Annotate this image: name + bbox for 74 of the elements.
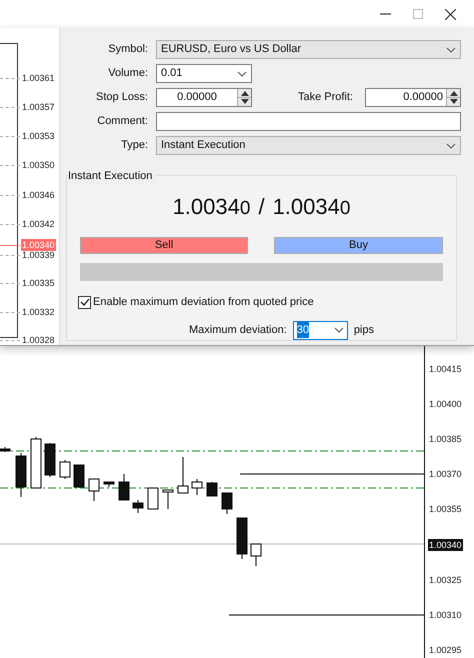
candle: [162, 490, 174, 510]
minimize-icon[interactable]: [380, 13, 391, 15]
comment-field[interactable]: [156, 112, 461, 131]
symbol-select[interactable]: EURUSD, Euro vs US Dollar: [156, 40, 461, 59]
up-arrow-icon: [450, 91, 458, 96]
price-label: 1.00415: [428, 363, 463, 375]
unit-text: pips: [354, 322, 374, 338]
buy-button[interactable]: Buy: [274, 237, 443, 254]
price-label: 1.00328: [21, 334, 56, 346]
price-label: 1.00353: [21, 130, 56, 142]
candle: [104, 482, 114, 488]
candle: [0, 446, 10, 452]
price-label: 1.00295: [428, 644, 463, 656]
candle: [60, 460, 70, 480]
price-label: 1.00370: [428, 468, 463, 480]
separator-text: /: [258, 194, 265, 220]
field-label: Type:: [120, 138, 148, 154]
candle: [192, 478, 202, 496]
price-text: 1.00340: [272, 194, 350, 221]
candle: [222, 492, 232, 514]
checkmark-icon: [80, 298, 90, 306]
field-label: Comment:: [96, 114, 148, 130]
price-label: 1.00350: [21, 159, 56, 171]
price-label: 1.00340: [21, 239, 56, 251]
up-arrow-icon: [240, 91, 248, 96]
price-label: 1.00335: [21, 277, 56, 289]
candle: [88, 478, 100, 502]
price-text: 1.00340: [172, 194, 250, 221]
candle: [236, 518, 248, 560]
price-label: 1.00340: [428, 538, 463, 550]
field-label: Take Profit:: [298, 90, 353, 106]
candle: [206, 482, 218, 496]
field-label: Volume:: [107, 66, 148, 82]
price-label: 1.00342: [21, 218, 56, 230]
price-label: 1.00357: [21, 101, 56, 113]
candle: [74, 464, 84, 488]
candle: [118, 474, 130, 500]
price-label: 1.00325: [428, 574, 463, 586]
volume-select[interactable]: 0.01: [156, 64, 252, 83]
stop-loss-field[interactable]: 0.00000: [156, 88, 252, 107]
chevron-down-icon: [237, 70, 247, 76]
candle: [148, 488, 158, 510]
candle: [250, 544, 262, 566]
checkbox[interactable]: [78, 296, 91, 309]
spinner-control[interactable]: [237, 89, 251, 106]
price-label: 1.00355: [428, 503, 463, 516]
price-label: 1.00400: [428, 398, 463, 410]
field-label: Maximum deviation:: [188, 322, 287, 338]
chevron-down-icon: [446, 142, 456, 148]
chevron-down-icon: [334, 327, 344, 333]
down-arrow-icon: [240, 99, 248, 104]
take-profit-field[interactable]: 0.00000: [365, 88, 461, 107]
down-arrow-icon: [450, 99, 458, 104]
price-label: 1.00385: [428, 433, 463, 446]
price-label: 1.00310: [428, 608, 463, 621]
chevron-down-icon: [446, 46, 456, 52]
field-label: Symbol:: [107, 42, 148, 58]
candle: [30, 436, 42, 488]
type-select[interactable]: Instant Execution: [156, 136, 461, 155]
sell-button[interactable]: Sell: [80, 237, 248, 254]
spinner-control[interactable]: [446, 89, 460, 106]
price-label: 1.00339: [21, 249, 56, 261]
field-label: Stop Loss:: [95, 90, 148, 106]
candle: [132, 500, 144, 514]
candle: [178, 456, 188, 494]
price-label: 1.00361: [21, 72, 56, 84]
candle: [16, 452, 26, 498]
checkbox-label: Enable maximum deviation from quoted price: [93, 295, 314, 310]
deviation-value: 30: [296, 322, 310, 338]
price-label: 1.00346: [21, 189, 56, 201]
price-label: 1.00332: [21, 306, 56, 318]
candle: [44, 442, 56, 478]
deviation-select[interactable]: 30: [292, 320, 348, 340]
close-icon[interactable]: [445, 8, 456, 20]
